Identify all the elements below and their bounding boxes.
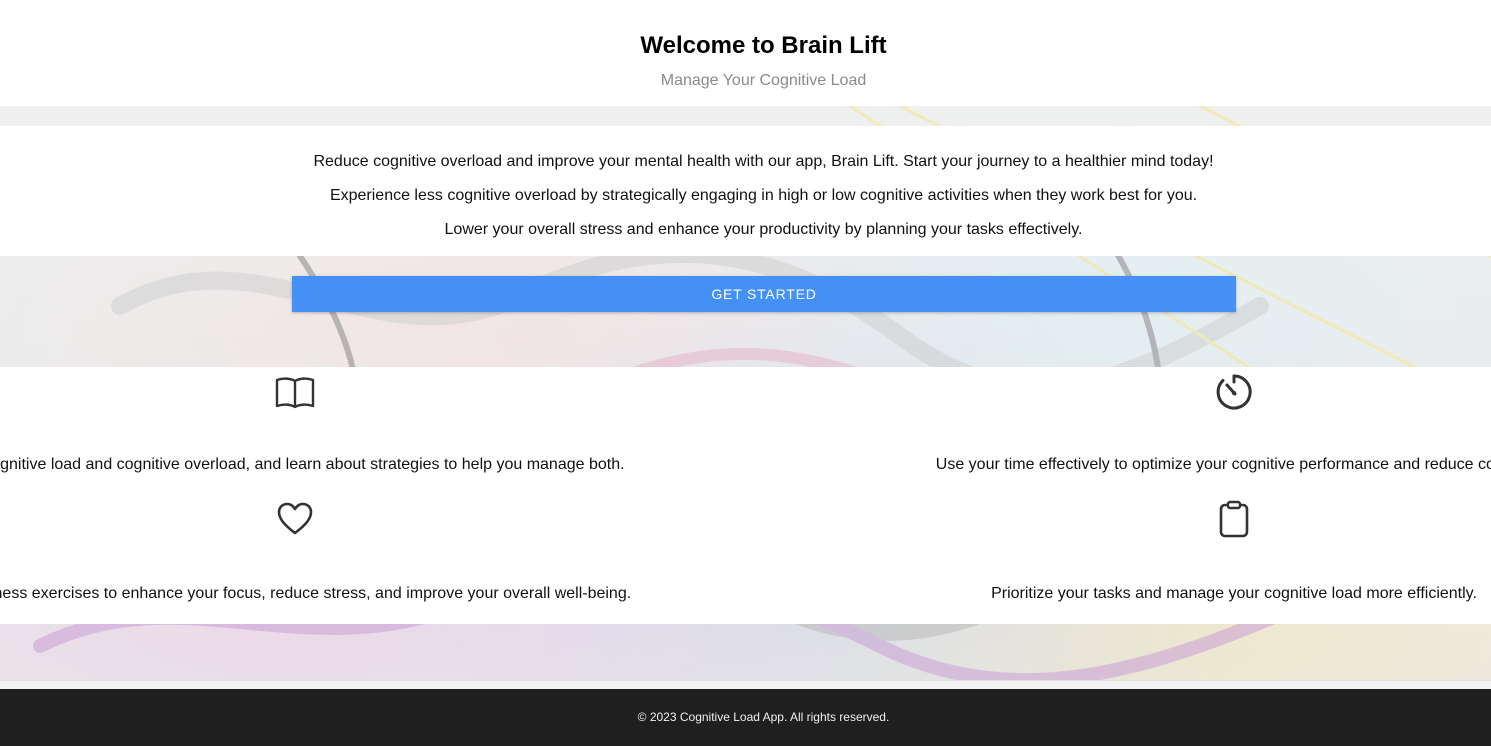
- intro-panel: Reduce cognitive overload and improve yo…: [0, 126, 1491, 256]
- page-title: Welcome to Brain Lift: [640, 32, 887, 59]
- get-started-button[interactable]: GET STARTED: [292, 276, 1236, 312]
- intro-line: Lower your overall stress and enhance yo…: [444, 221, 1083, 238]
- intro-line: Experience less cognitive overload by st…: [329, 187, 1198, 204]
- timer-icon: [1214, 372, 1254, 412]
- footer-copyright: © 2023 Cognitive Load App. All rights re…: [637, 710, 890, 724]
- feature-mindfulness-text: ndfulness exercises to enhance your focu…: [0, 585, 632, 602]
- clipboard-icon: [1214, 499, 1254, 539]
- feature-learn-text: ut cognitive load and cognitive overload…: [0, 456, 625, 473]
- feature-tasks-text: Prioritize your tasks and manage your co…: [991, 585, 1477, 602]
- open-book-icon: [275, 372, 315, 412]
- features-panel: ut cognitive load and cognitive overload…: [0, 367, 1491, 624]
- feature-time-text: Use your time effectively to optimize yo…: [935, 456, 1491, 473]
- page-footer: © 2023 Cognitive Load App. All rights re…: [0, 689, 1491, 746]
- page-header: Welcome to Brain Lift Manage Your Cognit…: [0, 0, 1491, 106]
- intro-line: Reduce cognitive overload and improve yo…: [313, 153, 1214, 170]
- page-subtitle: Manage Your Cognitive Load: [660, 72, 867, 89]
- heart-icon: [275, 499, 315, 539]
